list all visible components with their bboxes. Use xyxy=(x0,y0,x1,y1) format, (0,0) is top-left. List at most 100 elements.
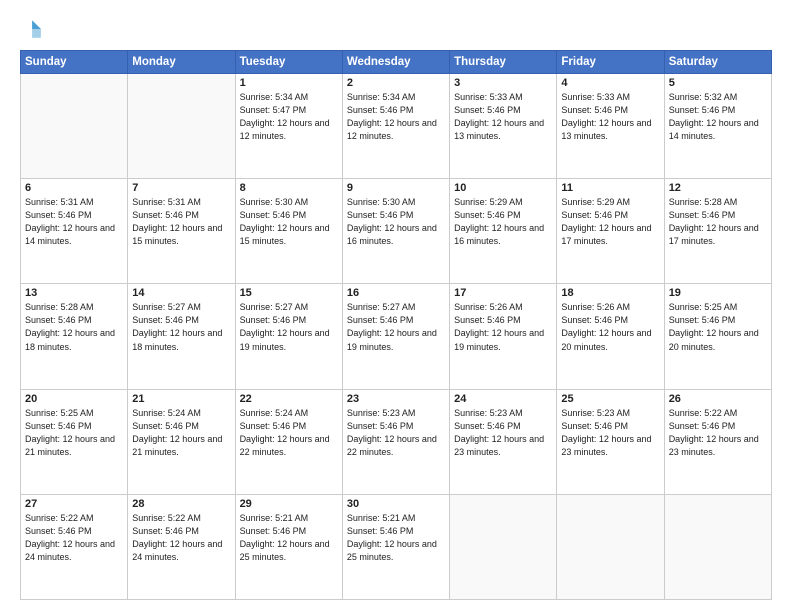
calendar-week-row: 27 Sunrise: 5:22 AM Sunset: 5:46 PM Dayli… xyxy=(21,494,772,599)
cell-info: Sunrise: 5:22 AM Sunset: 5:46 PM Dayligh… xyxy=(25,512,123,564)
calendar-cell: 10 Sunrise: 5:29 AM Sunset: 5:46 PM Dayli… xyxy=(450,179,557,284)
day-number: 19 xyxy=(669,287,767,299)
calendar-cell: 17 Sunrise: 5:26 AM Sunset: 5:46 PM Dayli… xyxy=(450,284,557,389)
page: SundayMondayTuesdayWednesdayThursdayFrid… xyxy=(0,0,792,612)
weekday-header: Friday xyxy=(557,51,664,74)
calendar-cell: 3 Sunrise: 5:33 AM Sunset: 5:46 PM Daylig… xyxy=(450,74,557,179)
calendar-cell: 25 Sunrise: 5:23 AM Sunset: 5:46 PM Dayli… xyxy=(557,389,664,494)
cell-info: Sunrise: 5:29 AM Sunset: 5:46 PM Dayligh… xyxy=(454,196,552,248)
calendar-cell: 28 Sunrise: 5:22 AM Sunset: 5:46 PM Dayli… xyxy=(128,494,235,599)
day-number: 10 xyxy=(454,182,552,194)
day-number: 7 xyxy=(132,182,230,194)
calendar-cell: 2Sunrise: 5:34 AM Sunset: 5:46 PM Daylig… xyxy=(342,74,449,179)
day-number: 15 xyxy=(240,287,338,299)
cell-info: Sunrise: 5:32 AM Sunset: 5:46 PM Dayligh… xyxy=(669,91,767,143)
calendar-cell: 19 Sunrise: 5:25 AM Sunset: 5:46 PM Dayli… xyxy=(664,284,771,389)
cell-info: Sunrise: 5:28 AM Sunset: 5:46 PM Dayligh… xyxy=(669,196,767,248)
weekday-header: Wednesday xyxy=(342,51,449,74)
cell-info: Sunrise: 5:25 AM Sunset: 5:46 PM Dayligh… xyxy=(669,301,767,353)
calendar-cell: 18 Sunrise: 5:26 AM Sunset: 5:46 PM Dayli… xyxy=(557,284,664,389)
day-number: 16 xyxy=(347,287,445,299)
cell-info: Sunrise: 5:30 AM Sunset: 5:46 PM Dayligh… xyxy=(347,196,445,248)
logo xyxy=(20,18,46,40)
cell-info: Sunrise: 5:33 AM Sunset: 5:46 PM Dayligh… xyxy=(454,91,552,143)
day-number: 27 xyxy=(25,498,123,510)
cell-info: Sunrise: 5:29 AM Sunset: 5:46 PM Dayligh… xyxy=(561,196,659,248)
calendar-header-row: SundayMondayTuesdayWednesdayThursdayFrid… xyxy=(21,51,772,74)
calendar-cell: 26 Sunrise: 5:22 AM Sunset: 5:46 PM Dayli… xyxy=(664,389,771,494)
calendar-cell: 23 Sunrise: 5:23 AM Sunset: 5:46 PM Dayli… xyxy=(342,389,449,494)
day-number: 12 xyxy=(669,182,767,194)
calendar-cell: 11 Sunrise: 5:29 AM Sunset: 5:46 PM Dayli… xyxy=(557,179,664,284)
calendar-cell xyxy=(664,494,771,599)
cell-info: Sunrise: 5:34 AM Sunset: 5:47 PM Dayligh… xyxy=(240,91,338,143)
calendar-cell: 21 Sunrise: 5:24 AM Sunset: 5:46 PM Dayli… xyxy=(128,389,235,494)
day-number: 4 xyxy=(561,77,659,89)
cell-info: Sunrise: 5:27 AM Sunset: 5:46 PM Dayligh… xyxy=(240,301,338,353)
weekday-header: Sunday xyxy=(21,51,128,74)
day-number: 8 xyxy=(240,182,338,194)
day-number: 25 xyxy=(561,393,659,405)
cell-info: Sunrise: 5:30 AM Sunset: 5:46 PM Dayligh… xyxy=(240,196,338,248)
day-number: 1 xyxy=(240,77,338,89)
header xyxy=(20,18,772,40)
cell-info: Sunrise: 5:25 AM Sunset: 5:46 PM Dayligh… xyxy=(25,407,123,459)
calendar-week-row: 13Sunrise: 5:28 AM Sunset: 5:46 PM Dayli… xyxy=(21,284,772,389)
calendar-cell: 20 Sunrise: 5:25 AM Sunset: 5:46 PM Dayli… xyxy=(21,389,128,494)
cell-info: Sunrise: 5:21 AM Sunset: 5:46 PM Dayligh… xyxy=(240,512,338,564)
cell-info: Sunrise: 5:23 AM Sunset: 5:46 PM Dayligh… xyxy=(347,407,445,459)
day-number: 29 xyxy=(240,498,338,510)
cell-info: Sunrise: 5:21 AM Sunset: 5:46 PM Dayligh… xyxy=(347,512,445,564)
day-number: 9 xyxy=(347,182,445,194)
cell-info: Sunrise: 5:33 AM Sunset: 5:46 PM Dayligh… xyxy=(561,91,659,143)
cell-info: Sunrise: 5:27 AM Sunset: 5:46 PM Dayligh… xyxy=(347,301,445,353)
calendar-cell: 24Sunrise: 5:23 AM Sunset: 5:46 PM Dayli… xyxy=(450,389,557,494)
cell-info: Sunrise: 5:22 AM Sunset: 5:46 PM Dayligh… xyxy=(669,407,767,459)
day-number: 30 xyxy=(347,498,445,510)
day-number: 21 xyxy=(132,393,230,405)
calendar-week-row: 20 Sunrise: 5:25 AM Sunset: 5:46 PM Dayli… xyxy=(21,389,772,494)
calendar-cell: 5 Sunrise: 5:32 AM Sunset: 5:46 PM Daylig… xyxy=(664,74,771,179)
calendar-cell: 12 Sunrise: 5:28 AM Sunset: 5:46 PM Dayli… xyxy=(664,179,771,284)
cell-info: Sunrise: 5:23 AM Sunset: 5:46 PM Dayligh… xyxy=(561,407,659,459)
calendar-cell xyxy=(128,74,235,179)
calendar-cell xyxy=(557,494,664,599)
calendar-cell: 29 Sunrise: 5:21 AM Sunset: 5:46 PM Dayli… xyxy=(235,494,342,599)
calendar-cell: 1 Sunrise: 5:34 AM Sunset: 5:47 PM Daylig… xyxy=(235,74,342,179)
calendar-week-row: 6 Sunrise: 5:31 AM Sunset: 5:46 PM Daylig… xyxy=(21,179,772,284)
cell-info: Sunrise: 5:31 AM Sunset: 5:46 PM Dayligh… xyxy=(132,196,230,248)
calendar-cell: 15 Sunrise: 5:27 AM Sunset: 5:46 PM Dayli… xyxy=(235,284,342,389)
calendar-cell: 9 Sunrise: 5:30 AM Sunset: 5:46 PM Daylig… xyxy=(342,179,449,284)
day-number: 5 xyxy=(669,77,767,89)
day-number: 6 xyxy=(25,182,123,194)
weekday-header: Monday xyxy=(128,51,235,74)
day-number: 2 xyxy=(347,77,445,89)
day-number: 28 xyxy=(132,498,230,510)
day-number: 18 xyxy=(561,287,659,299)
day-number: 23 xyxy=(347,393,445,405)
day-number: 11 xyxy=(561,182,659,194)
logo-icon xyxy=(20,18,42,40)
cell-info: Sunrise: 5:26 AM Sunset: 5:46 PM Dayligh… xyxy=(454,301,552,353)
calendar-cell: 6 Sunrise: 5:31 AM Sunset: 5:46 PM Daylig… xyxy=(21,179,128,284)
day-number: 17 xyxy=(454,287,552,299)
weekday-header: Thursday xyxy=(450,51,557,74)
calendar-cell xyxy=(450,494,557,599)
cell-info: Sunrise: 5:24 AM Sunset: 5:46 PM Dayligh… xyxy=(240,407,338,459)
calendar-cell: 30 Sunrise: 5:21 AM Sunset: 5:46 PM Dayli… xyxy=(342,494,449,599)
calendar-cell: 7 Sunrise: 5:31 AM Sunset: 5:46 PM Daylig… xyxy=(128,179,235,284)
day-number: 26 xyxy=(669,393,767,405)
cell-info: Sunrise: 5:26 AM Sunset: 5:46 PM Dayligh… xyxy=(561,301,659,353)
calendar-week-row: 1 Sunrise: 5:34 AM Sunset: 5:47 PM Daylig… xyxy=(21,74,772,179)
cell-info: Sunrise: 5:27 AM Sunset: 5:46 PM Dayligh… xyxy=(132,301,230,353)
weekday-header: Tuesday xyxy=(235,51,342,74)
cell-info: Sunrise: 5:31 AM Sunset: 5:46 PM Dayligh… xyxy=(25,196,123,248)
cell-info: Sunrise: 5:24 AM Sunset: 5:46 PM Dayligh… xyxy=(132,407,230,459)
day-number: 14 xyxy=(132,287,230,299)
calendar-cell: 16 Sunrise: 5:27 AM Sunset: 5:46 PM Dayli… xyxy=(342,284,449,389)
cell-info: Sunrise: 5:22 AM Sunset: 5:46 PM Dayligh… xyxy=(132,512,230,564)
day-number: 3 xyxy=(454,77,552,89)
cell-info: Sunrise: 5:23 AM Sunset: 5:46 PM Dayligh… xyxy=(454,407,552,459)
calendar-cell: 14 Sunrise: 5:27 AM Sunset: 5:46 PM Dayli… xyxy=(128,284,235,389)
day-number: 20 xyxy=(25,393,123,405)
